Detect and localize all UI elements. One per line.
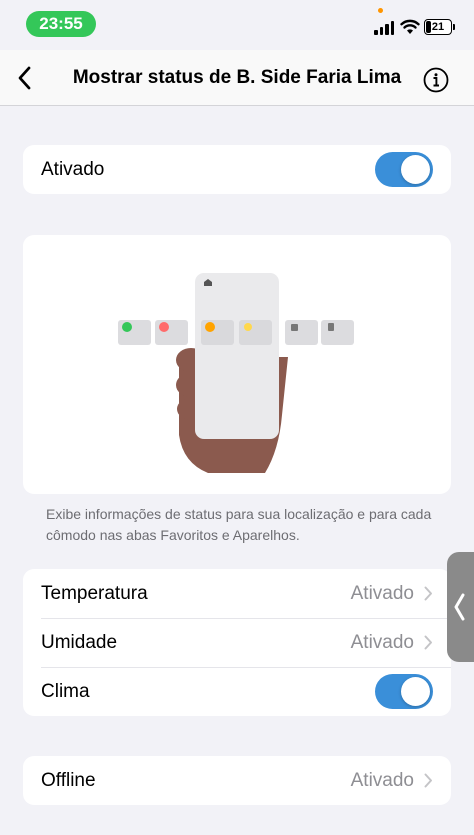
offline-row[interactable]: Offline Ativado bbox=[23, 756, 451, 805]
enabled-card: Ativado bbox=[23, 145, 451, 194]
weather-toggle[interactable] bbox=[375, 674, 433, 709]
offline-value: Ativado bbox=[350, 769, 414, 791]
wifi-icon bbox=[400, 19, 420, 34]
enabled-toggle[interactable] bbox=[375, 152, 433, 187]
weather-row: Clima bbox=[23, 667, 451, 716]
status-illustration bbox=[118, 273, 354, 473]
phone-illustration bbox=[195, 273, 279, 439]
mic-indicator-dot bbox=[378, 8, 383, 13]
illustration-description: Exibe informações de status para sua loc… bbox=[46, 506, 432, 543]
enabled-label: Ativado bbox=[41, 158, 105, 180]
temperature-value: Ativado bbox=[350, 582, 414, 604]
settings-card: Temperatura Ativado Umidade Ativado Clim… bbox=[23, 569, 451, 716]
back-button[interactable] bbox=[10, 64, 38, 92]
chevron-right-icon bbox=[424, 635, 432, 650]
status-time[interactable]: 23:55 bbox=[26, 11, 96, 37]
temperature-label: Temperatura bbox=[41, 582, 148, 604]
side-panel-handle[interactable] bbox=[447, 552, 474, 662]
chevron-left-icon bbox=[18, 66, 31, 90]
humidity-label: Umidade bbox=[41, 631, 118, 653]
humidity-value: Ativado bbox=[350, 631, 414, 653]
offline-label: Offline bbox=[41, 769, 96, 791]
weather-label: Clima bbox=[41, 680, 90, 702]
info-icon[interactable] bbox=[423, 67, 449, 93]
humidity-row[interactable]: Umidade Ativado bbox=[23, 618, 451, 667]
cellular-signal-icon bbox=[374, 21, 394, 35]
battery-tip bbox=[453, 24, 455, 30]
chevron-left-icon bbox=[454, 593, 465, 621]
battery-icon: 21 bbox=[424, 19, 452, 35]
chevron-right-icon bbox=[424, 586, 432, 601]
temperature-row[interactable]: Temperatura Ativado bbox=[23, 569, 451, 618]
navigation-bar: Mostrar status de B. Side Faria Lima bbox=[0, 50, 474, 106]
enabled-row: Ativado bbox=[23, 145, 451, 194]
offline-card: Offline Ativado bbox=[23, 756, 451, 805]
page-title: Mostrar status de B. Side Faria Lima bbox=[72, 67, 402, 88]
battery-level: 21 bbox=[431, 21, 445, 33]
illustration-card bbox=[23, 235, 451, 494]
chevron-right-icon bbox=[424, 773, 432, 788]
status-bar: 23:55 21 bbox=[0, 0, 474, 50]
